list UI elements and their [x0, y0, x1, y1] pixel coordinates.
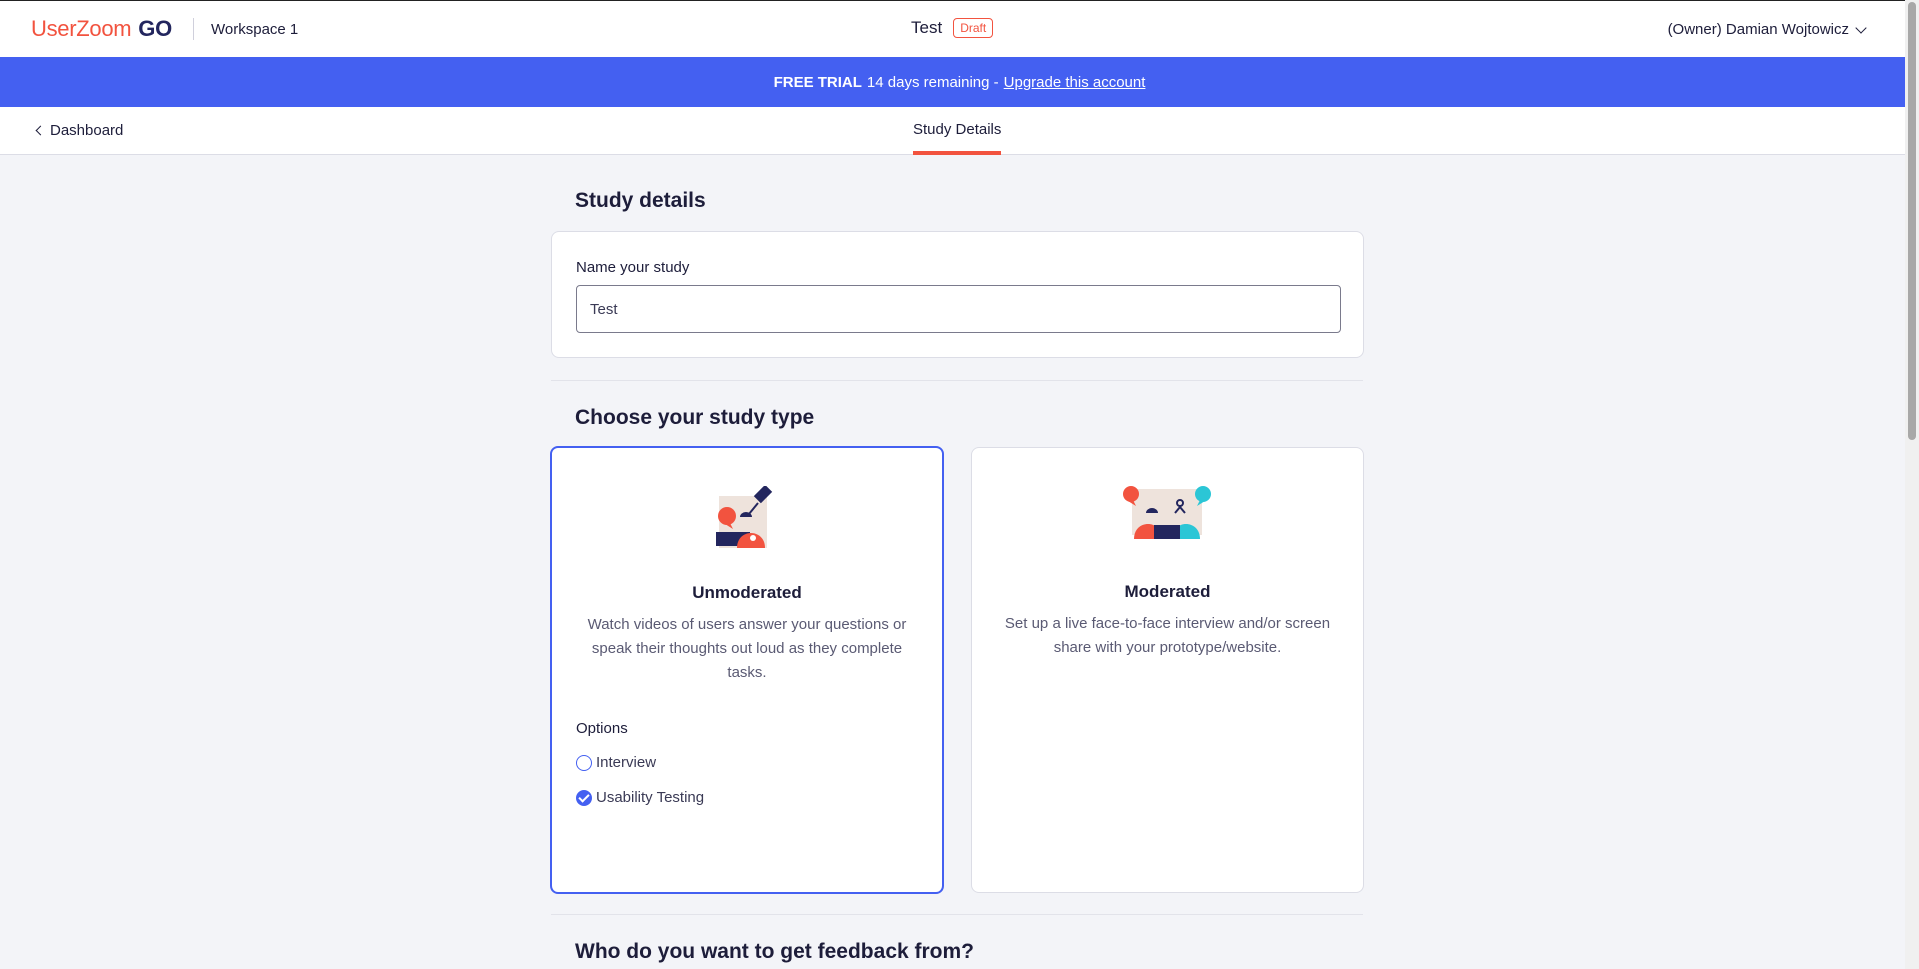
sub-navigation: Dashboard Study Details [0, 107, 1919, 155]
userzoom-logo[interactable]: UserZoom GO [31, 16, 172, 42]
page-scrollbar[interactable] [1905, 0, 1919, 969]
moderated-illustration-icon [1123, 486, 1211, 539]
options-label: Options [576, 720, 628, 737]
logo-suffix: GO [138, 16, 172, 41]
unmoderated-illustration-icon [716, 486, 773, 548]
unmoderated-description: Watch videos of users answer your questi… [587, 616, 907, 681]
top-header: UserZoom GO Workspace 1 Test Draft (Owne… [0, 0, 1919, 57]
chevron-left-icon [35, 125, 46, 136]
account-name: (Owner) Damian Wojtowicz [1667, 21, 1849, 38]
unmoderated-title: Unmoderated [692, 583, 802, 602]
scrollbar-thumb[interactable] [1908, 2, 1916, 440]
active-tab-indicator [913, 151, 1002, 155]
audience-heading: Who do you want to get feedback from? [575, 940, 974, 963]
trial-remaining: 14 days remaining - [866, 73, 999, 91]
option-label: Interview [596, 754, 657, 771]
moderated-card[interactable]: Moderated Set up a live face-to-face int… [971, 447, 1364, 893]
account-menu[interactable]: (Owner) Damian Wojtowicz [1667, 21, 1867, 38]
study-name-label: Name your study [576, 259, 690, 276]
back-to-dashboard-link[interactable]: Dashboard [35, 122, 124, 139]
workspace-selector[interactable]: Workspace 1 [211, 21, 298, 38]
chevron-down-icon [1855, 21, 1867, 34]
study-name-input[interactable] [576, 285, 1341, 333]
tab-label: Study Details [913, 121, 1002, 138]
header-divider [193, 18, 194, 40]
logo-text: UserZoom [31, 16, 132, 41]
study-details-heading: Study details [575, 189, 706, 212]
tab-study-details[interactable]: Study Details [913, 121, 1002, 155]
option-label: Usability Testing [596, 789, 705, 806]
section-divider [551, 914, 1363, 915]
study-title-group: Test Draft [911, 18, 994, 38]
section-divider [551, 380, 1363, 381]
moderated-title: Moderated [1124, 582, 1211, 601]
moderated-description: Set up a live face-to-face interview and… [1004, 615, 1331, 656]
radio-unchecked-icon[interactable] [576, 754, 592, 771]
study-type-heading: Choose your study type [575, 406, 815, 429]
back-label: Dashboard [50, 122, 124, 139]
check-circle-icon[interactable] [576, 789, 592, 806]
free-trial-banner: FREE TRIAL 14 days remaining - Upgrade t… [0, 57, 1919, 107]
option-usability-testing[interactable]: Usability Testing [576, 789, 704, 806]
trial-label: FREE TRIAL [773, 73, 862, 91]
upgrade-link[interactable]: Upgrade this account [1004, 74, 1146, 91]
study-name-card: Name your study [551, 231, 1364, 358]
option-interview[interactable]: Interview [576, 754, 656, 771]
unmoderated-card[interactable]: Unmoderated Watch videos of users answer… [550, 446, 944, 894]
study-title: Test [911, 18, 943, 37]
status-badge: Draft [953, 18, 994, 38]
